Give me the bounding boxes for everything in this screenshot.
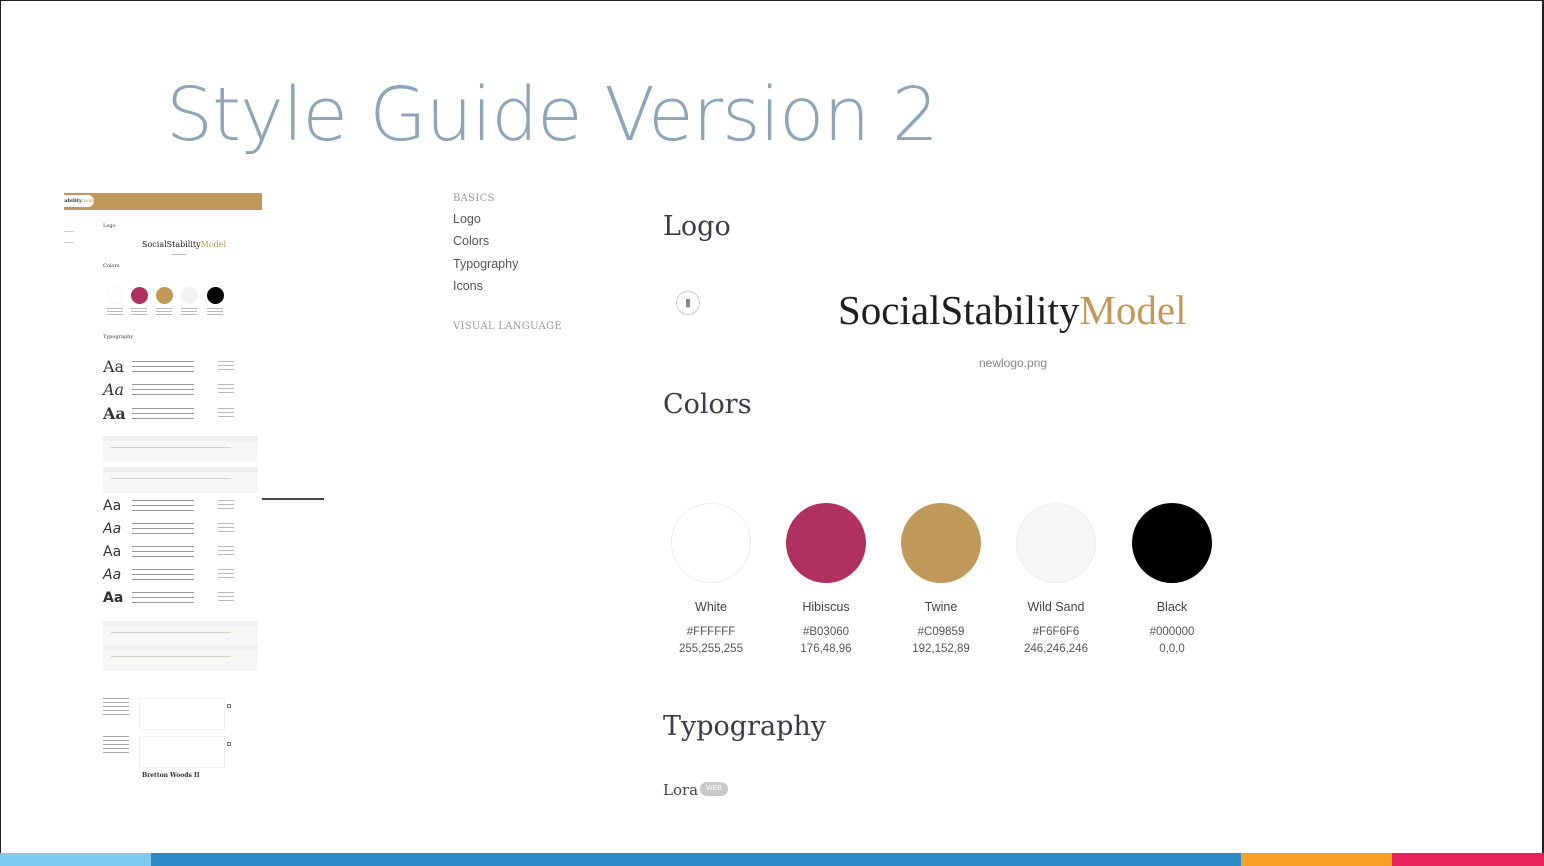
thumbnail-type-sample: Aa (103, 544, 122, 560)
thumbnail-colors-heading: Colors (103, 263, 120, 269)
thumbnail-type-sample: Aa (103, 590, 124, 606)
thumbnail-type-sample: Aa (103, 404, 126, 423)
swatch-name: Twine (924, 600, 958, 614)
swatch-hex: #B03060 (802, 626, 850, 638)
thumbnail-type-sample: Aa (103, 380, 125, 399)
nav-heading-visual-language: VISUAL LANGUAGE (453, 321, 562, 332)
logo-filename: newlogo.png (979, 356, 1048, 370)
thumbnail-form-sample (103, 698, 258, 738)
nav-item-icons[interactable]: Icons (453, 279, 483, 293)
swatch-hex: #F6F6F6 (1032, 626, 1080, 638)
thumbnail-code-block (103, 621, 258, 647)
thumbnail-logo-heading: Logo (103, 223, 116, 229)
swatch-name: Black (1156, 600, 1188, 614)
thumbnail-swatch-wild-sand (181, 287, 198, 304)
nav-item-colors[interactable]: Colors (453, 234, 489, 248)
swatch-black (1132, 503, 1212, 583)
thumbnail-form-sample (103, 736, 258, 776)
thumbnail-swatch-black (207, 287, 224, 304)
nav-heading-basics: BASICS (453, 193, 495, 204)
thumbnail-type-sample: Aa (103, 567, 122, 583)
image-file-icon[interactable]: ▮ (676, 291, 700, 315)
logo-section-title: Logo (663, 211, 731, 242)
swatch-white (671, 503, 751, 583)
footer-stripe-orange (1241, 853, 1392, 866)
footer-stripe-light-blue (0, 853, 151, 866)
swatch-rgb: 176,48,96 (800, 643, 852, 655)
nav-item-typography[interactable]: Typography (453, 257, 518, 271)
slide-title: Style Guide Version 2 (166, 72, 939, 158)
web-badge: WEB (700, 782, 728, 796)
thumbnail-connector-line (262, 498, 324, 500)
swatch-name: White (695, 600, 727, 614)
colors-section-title: Colors (663, 389, 752, 420)
thumbnail-type-sample: Aa (103, 357, 125, 376)
thumbnail-swatch-twine (156, 287, 173, 304)
swatch-rgb: 255,255,255 (679, 643, 743, 655)
thumbnail-header-logo: tabilitymodel (64, 195, 94, 207)
thumbnail-logo: SocialStabilityModel (142, 240, 227, 249)
swatch-name: Wild Sand (1027, 600, 1085, 614)
swatch-hex: #FFFFFF (686, 626, 736, 638)
swatch-hex: #000000 (1149, 626, 1195, 638)
thumbnail-code-block (103, 467, 258, 493)
style-guide-thumbnail: tabilitymodel Logo SocialStabilityModel … (64, 193, 262, 803)
thumbnail-type-sample: Aa (103, 498, 122, 514)
font-name: Lora (663, 781, 699, 799)
nav-item-logo[interactable]: Logo (453, 212, 481, 226)
footer-stripe-pink (1392, 853, 1544, 866)
thumbnail-sample-heading: Bretton Woods II (142, 772, 200, 779)
swatch-hex: #C09859 (917, 626, 965, 638)
thumbnail-swatch-hibiscus (131, 287, 148, 304)
footer-stripe-blue (151, 853, 1241, 866)
thumbnail-code-block (103, 436, 258, 462)
thumbnail-code-block (103, 645, 258, 671)
thumbnail-swatch-white (107, 287, 124, 304)
swatch-rgb: 192,152,89 (912, 643, 970, 655)
brand-logo: SocialStabilityModel (838, 287, 1187, 333)
thumbnail-type-sample: Aa (103, 521, 122, 537)
swatch-twine (901, 503, 981, 583)
swatch-wild-sand (1016, 503, 1096, 583)
thumbnail-logo-filename (172, 254, 186, 255)
typography-section-title: Typography (663, 711, 827, 742)
swatch-rgb: 0,0,0 (1159, 643, 1185, 655)
thumbnail-typography-heading: Typography (103, 334, 134, 340)
swatch-rgb: 246,246,246 (1024, 643, 1088, 655)
swatch-name: Hibiscus (802, 600, 850, 614)
swatch-hibiscus (786, 503, 866, 583)
thumbnail-sidebar (64, 231, 78, 253)
